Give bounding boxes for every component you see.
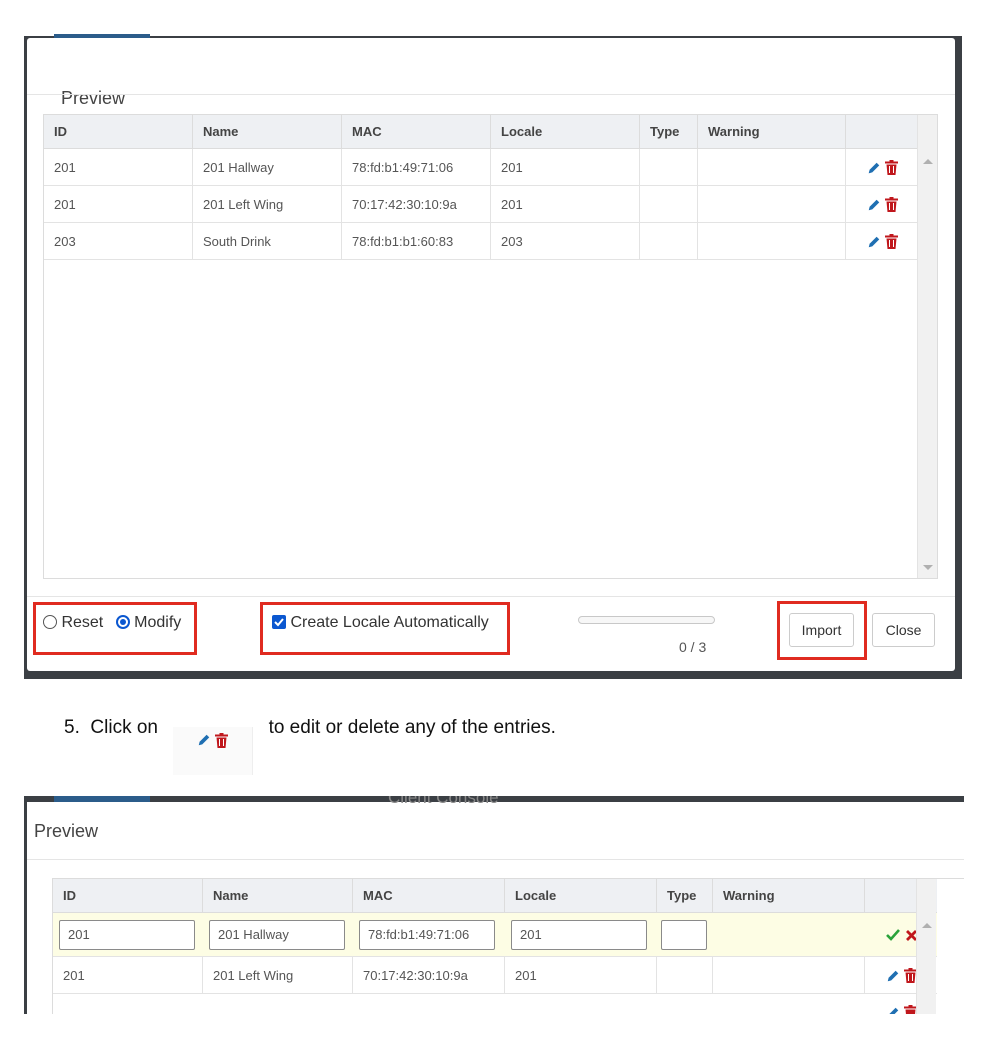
table-row: 201 201 Left Wing 70:17:42:30:10:9a 201 — [44, 186, 919, 223]
cell-warning — [698, 149, 846, 186]
row-actions — [846, 186, 919, 223]
dialog-left-edge — [24, 796, 27, 1018]
trash-icon[interactable] — [885, 160, 898, 175]
cell-name: 201 Left Wing — [193, 186, 342, 223]
preview-grid: ID Name MAC Locale Type Warning 201 201 … — [52, 878, 964, 1018]
clipped-page-heading: Client Console — [388, 796, 499, 807]
trash-icon[interactable] — [903, 968, 917, 983]
column-header-mac[interactable]: MAC — [353, 879, 505, 913]
cell-id: 201 — [44, 149, 193, 186]
cell-warning — [698, 223, 846, 260]
edit-name-input[interactable]: 201 Hallway — [209, 920, 345, 950]
cell-type — [640, 223, 698, 260]
table-row: 203 South Drink 78:fd:b1:b1:60:83 203 — [44, 223, 919, 260]
edit-id-input[interactable]: 201 — [59, 920, 195, 950]
check-icon[interactable] — [885, 928, 901, 942]
trash-icon[interactable] — [885, 197, 898, 212]
cell-locale: 203 — [491, 223, 640, 260]
edit-delete-icons-sample — [173, 727, 254, 775]
edit-type-input[interactable] — [661, 920, 707, 950]
dialog-title: Preview — [34, 821, 99, 841]
cell-mac: 70:17:42:30:10:9a — [342, 186, 491, 223]
row-actions — [846, 223, 919, 260]
vertical-scrollbar[interactable] — [917, 115, 937, 578]
cell-id: 201 — [44, 186, 193, 223]
table-row: 201 201 Hallway 78:fd:b1:49:71:06 201 — [44, 149, 919, 186]
column-header-locale[interactable]: Locale — [505, 879, 657, 913]
title-divider — [27, 94, 955, 95]
highlight-box-import — [777, 601, 867, 660]
header-stub — [54, 796, 150, 802]
cell-warning — [713, 957, 865, 994]
cell-id: 203 — [44, 223, 193, 260]
progress-count: 0 / 3 — [679, 639, 707, 655]
column-header-type[interactable]: Type — [640, 115, 698, 149]
pencil-icon[interactable] — [867, 235, 881, 249]
cell-locale: 201 — [491, 186, 640, 223]
edit-locale-input[interactable]: 201 — [511, 920, 647, 950]
column-header-locale[interactable]: Locale — [491, 115, 640, 149]
cell-id: 201 — [53, 957, 203, 994]
table-row-editing: 201 201 Hallway 78:fd:b1:49:71:06 201 — [53, 913, 937, 957]
scroll-down-arrow[interactable] — [923, 565, 933, 570]
table-row: 201 201 Left Wing 70:17:42:30:10:9a 201 — [53, 957, 937, 994]
column-header-id[interactable]: ID — [44, 115, 193, 149]
column-header-mac[interactable]: MAC — [342, 115, 491, 149]
vertical-scrollbar[interactable] — [916, 879, 936, 1018]
preview-screenshot-1: Preview ID Name MAC Locale Type Warning … — [24, 34, 962, 679]
cell-mac: 78:fd:b1:b1:60:83 — [342, 223, 491, 260]
cell-type — [657, 957, 713, 994]
step-text-after: to edit or delete any of the entries. — [268, 717, 556, 738]
cell-name: South Drink — [193, 223, 342, 260]
scroll-up-arrow[interactable] — [923, 159, 933, 164]
column-header-warning[interactable]: Warning — [698, 115, 846, 149]
grid-header: ID Name MAC Locale Type Warning — [53, 879, 937, 913]
pencil-icon[interactable] — [867, 198, 881, 212]
preview-dialog: Preview ID Name MAC Locale Type Warning … — [27, 38, 955, 671]
column-header-id[interactable]: ID — [53, 879, 203, 913]
close-button[interactable]: Close — [872, 613, 935, 647]
trash-icon[interactable] — [885, 234, 898, 249]
highlight-box-mode — [33, 602, 197, 655]
cell-type — [640, 149, 698, 186]
scroll-up-arrow[interactable] — [922, 923, 932, 928]
cell-name: 201 Hallway — [193, 149, 342, 186]
highlight-box-create-locale — [260, 602, 510, 655]
instruction-step: 5. Click on to edit or delete any of the… — [64, 717, 556, 775]
row-actions — [846, 149, 919, 186]
cell-name: 201 Left Wing — [203, 957, 353, 994]
cell-mac: 70:17:42:30:10:9a — [353, 957, 505, 994]
column-header-warning[interactable]: Warning — [713, 879, 865, 913]
trash-icon — [215, 732, 229, 748]
dialog-title: Preview — [61, 88, 126, 108]
preview-grid: ID Name MAC Locale Type Warning 201 201 … — [43, 114, 938, 579]
cell-warning — [698, 186, 846, 223]
cell-mac: 78:fd:b1:49:71:06 — [342, 149, 491, 186]
column-header-type[interactable]: Type — [657, 879, 713, 913]
step-text-before: Click on — [90, 717, 158, 738]
column-header-actions — [846, 115, 919, 149]
cell-locale: 201 — [491, 149, 640, 186]
cell-type — [640, 186, 698, 223]
pencil-icon — [199, 734, 210, 746]
footer-divider — [27, 596, 955, 597]
import-progress-bar — [578, 616, 715, 624]
step-number: 5. — [64, 717, 80, 738]
pencil-icon[interactable] — [867, 161, 881, 175]
grid-header: ID Name MAC Locale Type Warning — [44, 115, 919, 149]
crop-edge — [24, 1014, 964, 1018]
column-header-name[interactable]: Name — [193, 115, 342, 149]
cell-locale: 201 — [505, 957, 657, 994]
title-divider — [27, 859, 964, 860]
preview-screenshot-2: Client Console Preview ID Name MAC Local… — [24, 796, 964, 1018]
column-header-name[interactable]: Name — [203, 879, 353, 913]
pencil-icon[interactable] — [886, 969, 900, 983]
edit-mac-input[interactable]: 78:fd:b1:49:71:06 — [359, 920, 495, 950]
